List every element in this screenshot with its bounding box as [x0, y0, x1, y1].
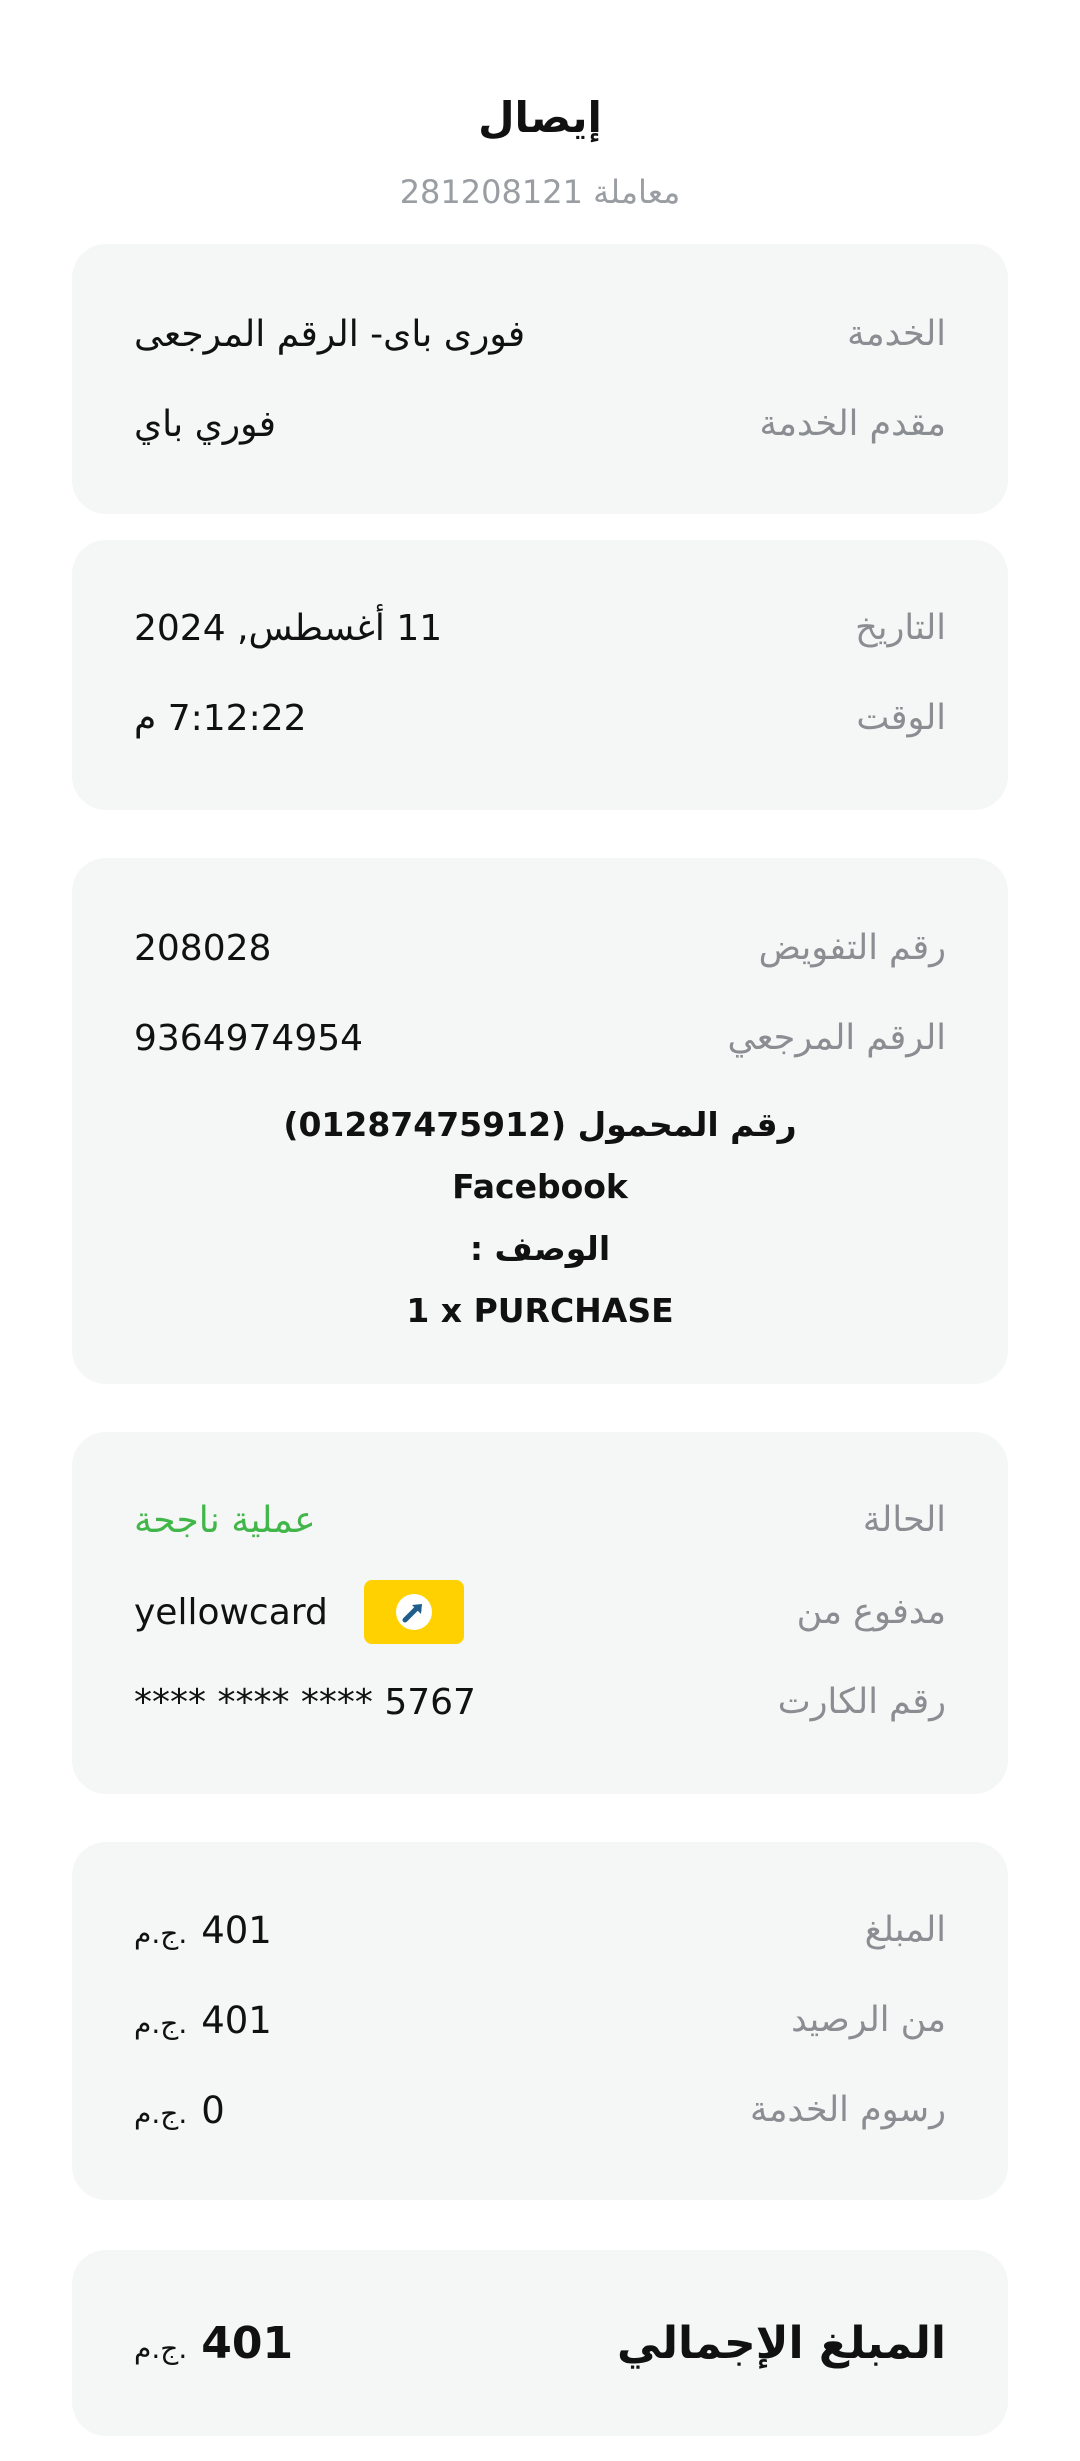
amount-card: ج.م. 401 المبلغ ج.م. 401 من الرصيد ج.م. … [72, 1842, 1008, 2200]
datetime-card: 11 أغسطس, 2024 التاريخ 7:12:22 م الوقت [72, 540, 1008, 810]
purchase-line: 1 x PURCHASE [406, 1291, 674, 1330]
date-row: 11 أغسطس, 2024 التاريخ [134, 598, 946, 658]
auth-label: رقم التفويض [758, 928, 946, 968]
total-value: 401 [201, 2317, 294, 2369]
ref-row: 9364974954 الرقم المرجعي [134, 1008, 946, 1068]
auth-value: 208028 [134, 927, 272, 969]
date-label: التاريخ [855, 608, 946, 648]
service-label: الخدمة [847, 314, 946, 354]
amount-row: ج.م. 401 المبلغ [134, 1900, 946, 1960]
date-value: 11 أغسطس, 2024 [134, 607, 443, 649]
auth-row: 208028 رقم التفويض [134, 918, 946, 978]
currency-label: ج.م. [134, 1916, 188, 1950]
ref-value: 9364974954 [134, 1017, 364, 1059]
card-number-value: **** **** **** 5767 [134, 1681, 476, 1723]
provider-row: فوري باي مقدم الخدمة [134, 394, 946, 454]
time-row: 7:12:22 م الوقت [134, 688, 946, 748]
total-row: ج.م. 401 المبلغ الإجمالي [134, 2313, 946, 2373]
service-value: فورى باى- الرقم المرجعى [134, 313, 526, 355]
amount-value: 401 [201, 1908, 272, 1952]
status-row: عملية ناجحة الحالة [134, 1490, 946, 1550]
transaction-id: معاملة 281208121 [399, 173, 681, 211]
balance-value-group: ج.م. 401 [134, 1999, 272, 2042]
fees-value-group: ج.م. 0 [134, 2089, 225, 2132]
balance-value: 401 [201, 1998, 272, 2042]
paid-from-value: yellowcard [134, 1591, 328, 1633]
mobile-line: رقم المحمول (01287475912) [283, 1105, 797, 1144]
ref-label: الرقم المرجعي [727, 1018, 946, 1058]
balance-label: من الرصيد [791, 2000, 946, 2040]
time-value: 7:12:22 م [134, 697, 307, 739]
currency-label: ج.م. [134, 2006, 188, 2040]
balance-row: ج.م. 401 من الرصيد [134, 1990, 946, 2050]
total-value-group: ج.م. 401 [134, 2318, 293, 2369]
reference-card: 208028 رقم التفويض 9364974954 الرقم المر… [72, 858, 1008, 1384]
fees-row: ج.م. 0 رسوم الخدمة [134, 2080, 946, 2140]
status-value: عملية ناجحة [134, 1499, 316, 1541]
paid-from-group: yellowcard [134, 1580, 464, 1644]
currency-label: ج.م. [134, 2331, 188, 2365]
page-title: إيصال [478, 93, 602, 142]
fees-label: رسوم الخدمة [750, 2090, 946, 2130]
service-card: فورى باى- الرقم المرجعى الخدمة فوري باي … [72, 244, 1008, 514]
yellowcard-logo-icon [363, 1580, 464, 1644]
merchant-line: Facebook [452, 1167, 628, 1206]
status-label: الحالة [862, 1500, 946, 1540]
total-card: ج.م. 401 المبلغ الإجمالي [72, 2250, 1008, 2436]
provider-label: مقدم الخدمة [759, 404, 946, 444]
total-label: المبلغ الإجمالي [616, 2317, 946, 2369]
fees-value: 0 [201, 2088, 225, 2132]
paid-from-label: مدفوع من [796, 1592, 946, 1632]
amount-value-group: ج.م. 401 [134, 1909, 272, 1952]
amount-label: المبلغ [864, 1910, 946, 1950]
card-number-row: **** **** **** 5767 رقم الكارت [134, 1672, 946, 1732]
card-number-label: رقم الكارت [777, 1682, 946, 1722]
service-row: فورى باى- الرقم المرجعى الخدمة [134, 304, 946, 364]
currency-label: ج.م. [134, 2096, 188, 2130]
payment-card: عملية ناجحة الحالة yellowcard مدفوع من *… [72, 1432, 1008, 1794]
description-line: الوصف : [469, 1229, 611, 1268]
provider-value: فوري باي [134, 403, 276, 445]
paid-from-row: yellowcard مدفوع من [134, 1580, 946, 1644]
time-label: الوقت [856, 698, 946, 738]
